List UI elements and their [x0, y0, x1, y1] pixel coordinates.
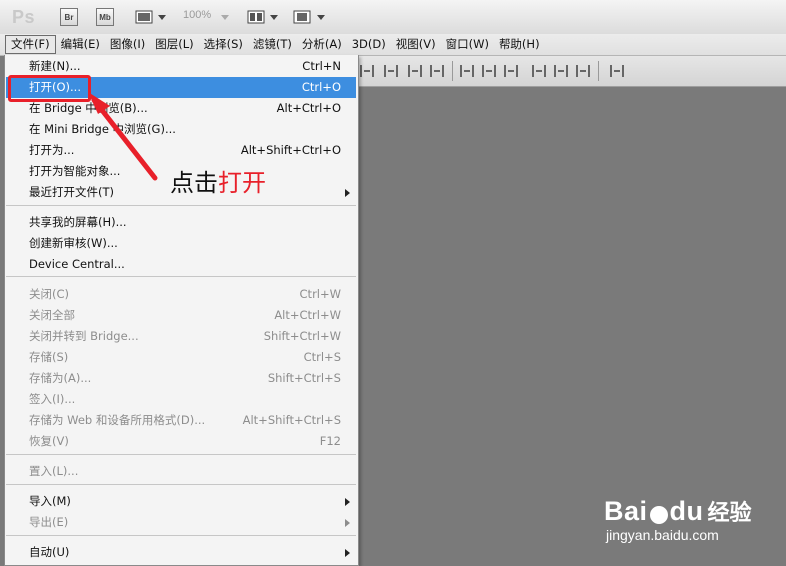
paw-icon [649, 505, 668, 524]
annotation-highlight-box [8, 75, 91, 102]
watermark-url: jingyan.baidu.com [606, 527, 719, 543]
annotation-highlight: 打开 [218, 169, 266, 197]
annotation-prefix: 点击 [170, 169, 218, 197]
watermark-logo-right: du [669, 496, 704, 526]
baidu-jingyan-watermark: Bai du 经验 jingyan.baidu.com [604, 495, 752, 543]
watermark-cn: 经验 [707, 501, 752, 526]
watermark-logo-left: Bai [604, 496, 648, 526]
annotation-caption: 点击打开 [170, 163, 266, 198]
annotation-arrow-icon [88, 92, 158, 181]
